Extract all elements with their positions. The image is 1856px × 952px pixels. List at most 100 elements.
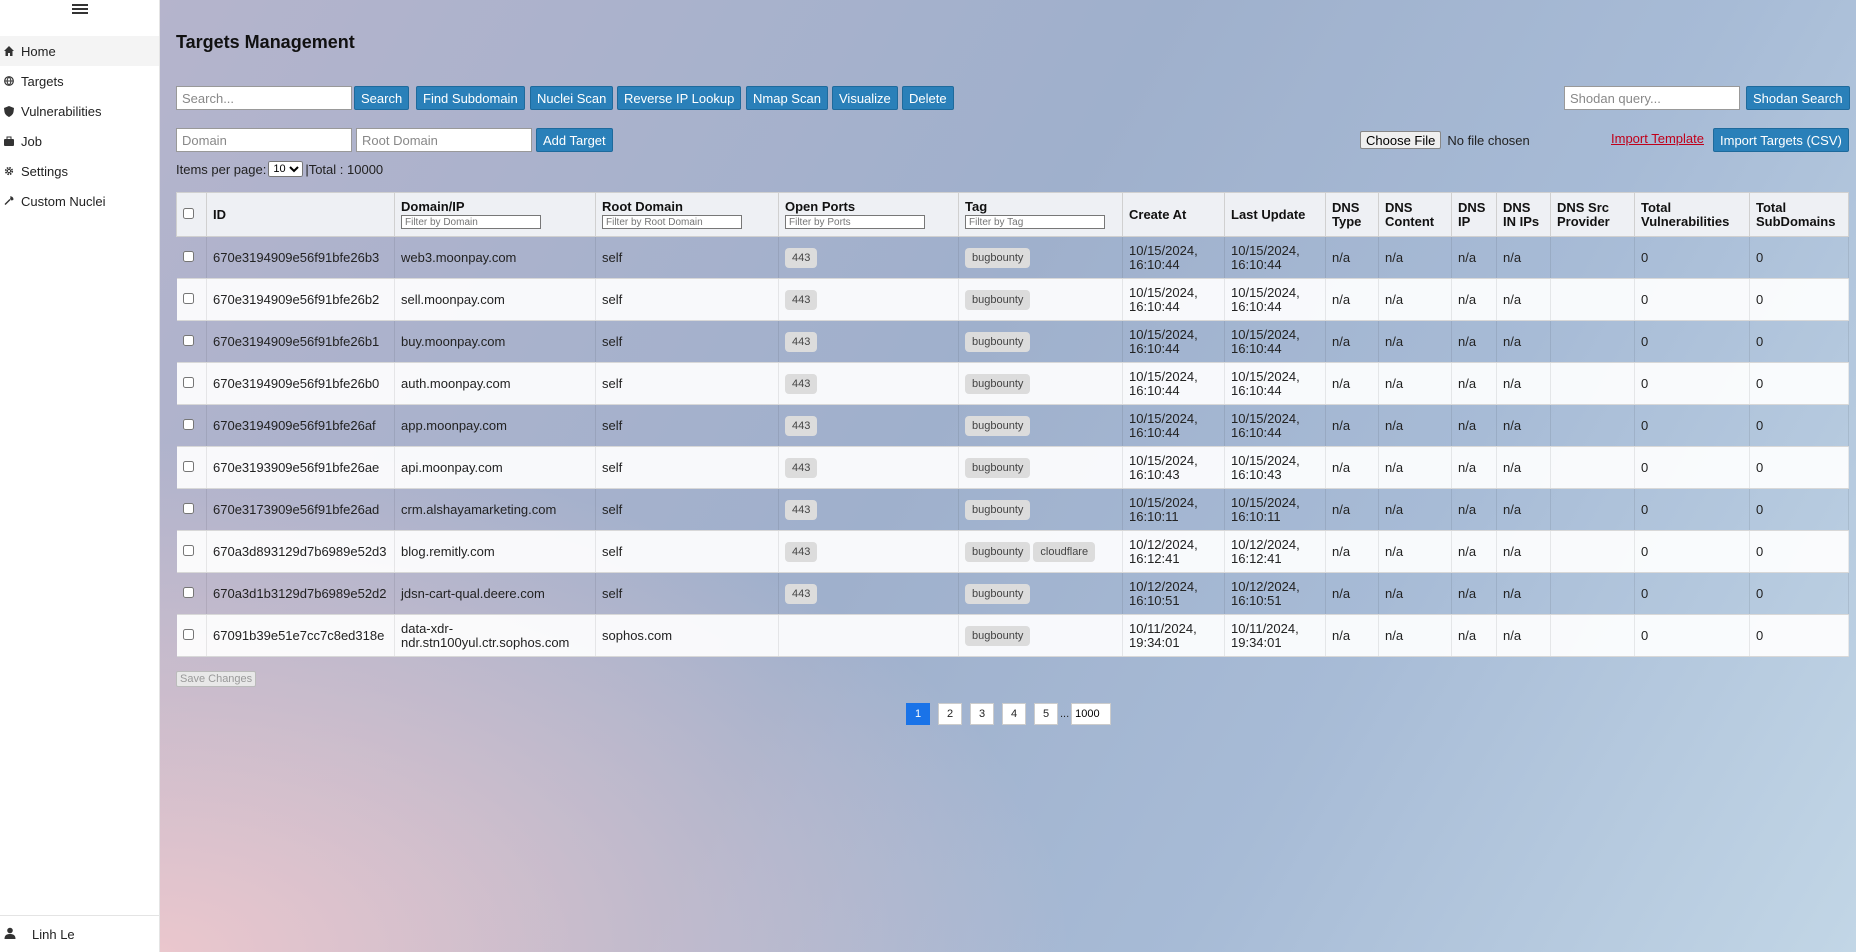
select-all-checkbox[interactable] (183, 207, 194, 219)
cell-domain: jdsn-cart-qual.deere.com (394, 572, 596, 615)
cell-tag: bugbounty (958, 278, 1123, 321)
row-checkbox[interactable] (182, 418, 194, 430)
column-header-create-at[interactable]: Create At (1122, 192, 1225, 237)
targets-table: ID Domain/IP Root Domain Open Ports Tag … (176, 192, 1849, 657)
nmap-scan-button[interactable]: Nmap Scan (746, 86, 828, 110)
shodan-search-button[interactable]: Shodan Search (1746, 86, 1850, 110)
row-checkbox[interactable] (182, 586, 194, 598)
page-number-input[interactable] (1071, 703, 1112, 725)
sidebar-item-job[interactable]: Job (0, 126, 159, 156)
port-badge: 443 (785, 373, 818, 394)
items-per-page-select[interactable]: 10 (268, 161, 304, 177)
row-checkbox[interactable] (182, 628, 194, 640)
row-checkbox[interactable] (182, 292, 194, 304)
search-input[interactable] (176, 86, 352, 110)
column-header-dns-type[interactable]: DNS Type (1325, 192, 1379, 237)
column-header-dns-src-provider[interactable]: DNS Src Provider (1550, 192, 1635, 237)
column-header-total-subdomains[interactable]: Total SubDomains (1749, 192, 1849, 237)
cell-open-ports: 443 (778, 278, 959, 321)
cell-dns-src-provider (1550, 488, 1635, 531)
sidebar-item-home[interactable]: Home (0, 36, 159, 66)
cell-create-at: 10/15/2024, 16:10:43 (1122, 446, 1225, 489)
row-checkbox[interactable] (182, 460, 194, 472)
table-row[interactable]: 670e3194909e56f91bfe26af app.moonpay.com s… (176, 404, 1849, 447)
find-subdomain-button[interactable]: Find Subdomain (416, 86, 525, 110)
column-header-last-update[interactable]: Last Update (1224, 192, 1326, 237)
cell-id: 670e3173909e56f91bfe26ad (206, 488, 395, 531)
sidebar-nav: Home Targets Vulnerabilities Job Setting… (0, 36, 159, 216)
table-row[interactable]: 670e3194909e56f91bfe26b1 buy.moonpay.com s… (176, 320, 1849, 363)
cell-total-vulnerabilities: 0 (1634, 320, 1750, 363)
table-row[interactable]: 670e3194909e56f91bfe26b0 auth.moonpay.com… (176, 362, 1849, 405)
table-row[interactable]: 670e3194909e56f91bfe26b3 web3.moonpay.com… (176, 236, 1849, 279)
cell-create-at: 10/15/2024, 16:10:11 (1122, 488, 1225, 531)
add-target-button[interactable]: Add Target (536, 128, 613, 152)
filter-ports-input[interactable] (785, 215, 925, 229)
filter-domain-input[interactable] (401, 215, 541, 229)
port-badge: 443 (785, 583, 818, 604)
page-button-2[interactable]: 2 (938, 703, 962, 725)
reverse-ip-lookup-button[interactable]: Reverse IP Lookup (617, 86, 742, 110)
page-button-5[interactable]: 5 (1034, 703, 1058, 725)
nuclei-scan-button[interactable]: Nuclei Scan (530, 86, 614, 110)
gear-icon (2, 165, 15, 178)
tag-badge: bugbounty (965, 583, 1031, 604)
domain-input[interactable] (176, 128, 352, 152)
page-button-4[interactable]: 4 (1002, 703, 1026, 725)
column-header-id[interactable]: ID (206, 192, 395, 237)
row-checkbox[interactable] (182, 334, 194, 346)
cell-open-ports: 443 (778, 362, 959, 405)
sidebar-item-vulnerabilities[interactable]: Vulnerabilities (0, 96, 159, 126)
visualize-button[interactable]: Visualize (832, 86, 898, 110)
user-profile[interactable]: Linh Le (0, 915, 159, 952)
import-targets-button[interactable]: Import Targets (CSV) (1713, 128, 1849, 152)
tag-badge: cloudflare (1033, 541, 1096, 562)
row-checkbox[interactable] (182, 250, 194, 262)
row-checkbox[interactable] (182, 502, 194, 514)
sidebar-item-settings[interactable]: Settings (0, 156, 159, 186)
column-header-open-ports: Open Ports (778, 192, 959, 237)
sidebar-item-targets[interactable]: Targets (0, 66, 159, 96)
briefcase-icon (2, 135, 15, 148)
menu-toggle-icon[interactable] (72, 2, 88, 16)
table-row[interactable]: 67091b39e51e7cc7c8ed318e data-xdr-ndr.stn… (176, 614, 1849, 657)
import-template-link[interactable]: Import Template (1611, 131, 1704, 146)
table-row[interactable]: 670e3193909e56f91bfe26ae api.moonpay.com s… (176, 446, 1849, 489)
column-header-total-vulnerabilities[interactable]: Total Vulnerabilities (1634, 192, 1750, 237)
cell-last-update: 10/15/2024, 16:10:43 (1224, 446, 1326, 489)
row-checkbox[interactable] (182, 544, 194, 556)
cell-dns-in-ips: n/a (1496, 446, 1551, 489)
table-row[interactable]: 670e3173909e56f91bfe26ad crm.alshayamarke… (176, 488, 1849, 531)
cell-domain: crm.alshayamarketing.com (394, 488, 596, 531)
port-badge: 443 (785, 289, 818, 310)
tag-badge: bugbounty (965, 457, 1031, 478)
column-header-root-label[interactable]: Root Domain (602, 199, 683, 214)
column-header-domain-label[interactable]: Domain/IP (401, 199, 465, 214)
shodan-query-input[interactable] (1564, 86, 1740, 110)
filter-tag-input[interactable] (965, 215, 1105, 229)
column-header-dns-content[interactable]: DNS Content (1378, 192, 1452, 237)
cell-dns-type: n/a (1325, 362, 1379, 405)
table-row[interactable]: 670a3d893129d7b6989e52d3 blog.remitly.com… (176, 530, 1849, 573)
pagination: 1 2 3 4 5 ... (906, 703, 1112, 725)
table-row[interactable]: 670a3d1b3129d7b6989e52d2 jdsn-cart-qual.d… (176, 572, 1849, 615)
choose-file-button[interactable]: Choose File (1360, 131, 1442, 149)
user-icon (4, 927, 16, 942)
filter-root-domain-input[interactable] (602, 215, 742, 229)
column-header-ports-label[interactable]: Open Ports (785, 199, 855, 214)
delete-button[interactable]: Delete (902, 86, 954, 110)
root-domain-input[interactable] (356, 128, 532, 152)
cell-domain: sell.moonpay.com (394, 278, 596, 321)
page-button-3[interactable]: 3 (970, 703, 994, 725)
sidebar-item-custom-nuclei[interactable]: Custom Nuclei (0, 186, 159, 216)
column-header-tag-label[interactable]: Tag (965, 199, 987, 214)
save-changes-button[interactable]: Save Changes (176, 671, 257, 687)
search-button[interactable]: Search (354, 86, 410, 110)
cell-id: 670e3193909e56f91bfe26ae (206, 446, 395, 489)
column-header-dns-ip[interactable]: DNS IP (1451, 192, 1497, 237)
table-row[interactable]: 670e3194909e56f91bfe26b2 sell.moonpay.com… (176, 278, 1849, 321)
row-checkbox[interactable] (182, 376, 194, 388)
page-button-1[interactable]: 1 (906, 703, 930, 725)
cell-dns-src-provider (1550, 404, 1635, 447)
column-header-dns-in-ips[interactable]: DNS IN IPs (1496, 192, 1551, 237)
